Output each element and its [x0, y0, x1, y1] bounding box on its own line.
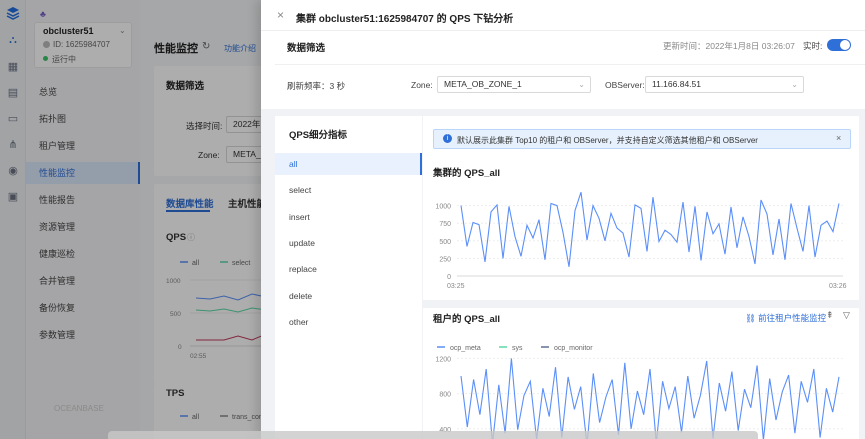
- metrics-panel: QPS细分指标 all select insert update replace dele…: [275, 116, 422, 439]
- cluster-qps-chart: 0 250 500 750 1000 03:25 03:26: [435, 192, 847, 290]
- drawer-divider: [261, 30, 865, 31]
- legend-label: ocp_meta: [450, 345, 481, 352]
- observer-select[interactable]: 11.166.84.51 ⌄: [645, 76, 804, 93]
- metric-tab[interactable]: other: [275, 311, 422, 333]
- zone-label: Zone:: [411, 80, 433, 90]
- drilldown-drawer: × 集群 obcluster51:1625984707 的 QPS 下钻分析 数…: [261, 0, 865, 439]
- y-tick-label: 1200: [435, 356, 451, 363]
- filter-divider: [275, 64, 865, 65]
- chart-area: i 默认展示此集群 Top10 的租户和 OBServer，并支持自定义筛选其他…: [423, 116, 859, 439]
- x-tick-label: 03:26: [829, 283, 847, 290]
- series-line: [460, 358, 840, 439]
- chevron-down-icon: ⌄: [791, 80, 798, 89]
- y-tick-label: 250: [439, 256, 451, 263]
- observer-label: OBServer:: [605, 80, 645, 90]
- y-tick-label: 750: [439, 221, 451, 228]
- metric-tab[interactable]: delete: [275, 285, 422, 307]
- legend-label: ocp_monitor: [554, 345, 593, 352]
- metrics-title: QPS细分指标: [289, 130, 348, 141]
- metric-tab[interactable]: update: [275, 232, 422, 254]
- series-line: [460, 192, 840, 267]
- observer-value: 11.166.84.51: [652, 79, 701, 89]
- realtime-toggle[interactable]: [827, 39, 851, 51]
- legend-label: sys: [512, 345, 523, 352]
- info-icon: i: [443, 134, 452, 143]
- tenant-chart-title: 租户的 QPS_all: [433, 314, 501, 325]
- y-tick-label: 0: [447, 274, 451, 281]
- zone-select[interactable]: META_OB_ZONE_1 ⌄: [437, 76, 591, 93]
- y-tick-label: 800: [439, 392, 451, 399]
- close-icon[interactable]: ×: [277, 8, 284, 22]
- metric-tab[interactable]: select: [275, 179, 422, 201]
- chevron-down-icon: ⌄: [578, 80, 585, 89]
- chart-gap: [423, 300, 859, 308]
- alert-close-icon[interactable]: ×: [836, 133, 841, 143]
- pin-icon[interactable]: ⇞: [826, 310, 834, 321]
- filter-panel: 数据筛选 更新时间：2022年1月8日 03:26:07 实时: 刷新频率：3 …: [275, 34, 865, 109]
- update-time: 更新时间：2022年1月8日 03:26:07: [663, 41, 795, 51]
- refresh-rate: 刷新频率：3 秒: [287, 81, 346, 91]
- metric-tab[interactable]: insert: [275, 206, 422, 228]
- taskbar: [108, 431, 758, 439]
- zone-value: META_OB_ZONE_1: [444, 79, 522, 89]
- realtime-label: 实时:: [803, 41, 823, 51]
- info-alert: i 默认展示此集群 Top10 的租户和 OBServer，并支持自定义筛选其他…: [433, 129, 851, 149]
- drawer-title: 集群 obcluster51:1625984707 的 QPS 下钻分析: [296, 14, 514, 25]
- x-tick-label: 03:25: [447, 283, 465, 290]
- alert-text: 默认展示此集群 Top10 的租户和 OBServer，并支持自定义筛选其他租户…: [457, 136, 758, 145]
- metric-tab[interactable]: replace: [275, 258, 422, 280]
- y-tick-label: 500: [439, 239, 451, 246]
- y-tick-label: 1000: [435, 204, 451, 211]
- filter-icon[interactable]: ▽: [843, 310, 850, 321]
- toggle-knob: [840, 40, 850, 50]
- filter-title: 数据筛选: [287, 43, 326, 54]
- link-icon: ⛓: [745, 313, 756, 323]
- metric-tab[interactable]: all: [275, 153, 422, 175]
- tenant-link-text: 前往租户性能监控: [758, 313, 827, 323]
- tenant-qps-chart: ocp_metasysocp_monitor4008001200: [435, 345, 843, 439]
- tenant-monitor-link[interactable]: ⛓ 前往租户性能监控: [745, 312, 826, 324]
- screen: { "sidebar": { "cluster_name": "obcluste…: [0, 0, 865, 439]
